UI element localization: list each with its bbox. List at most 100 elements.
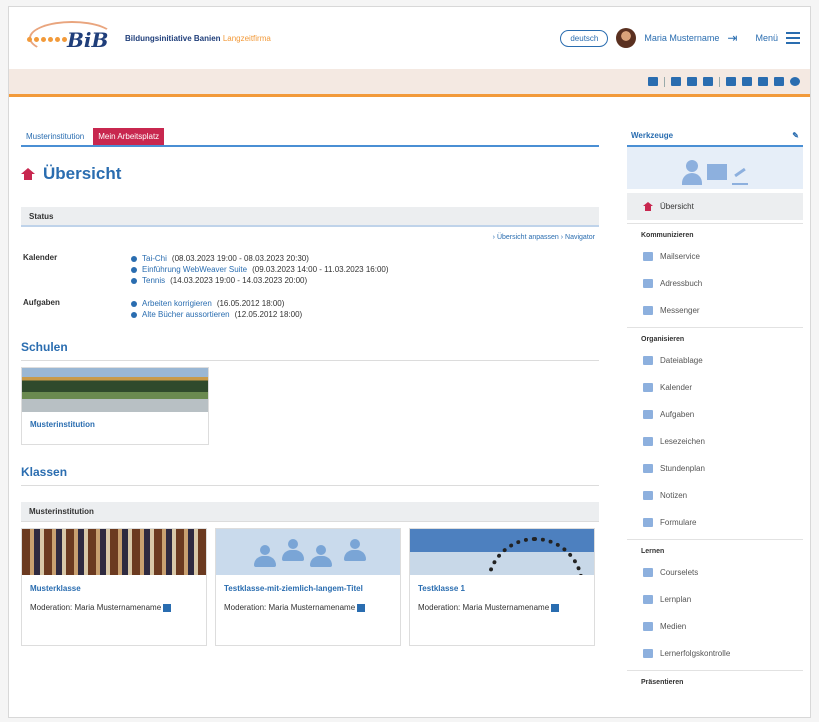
page-title: Übersicht <box>21 163 599 185</box>
sidebar-item-messenger[interactable]: Messenger <box>627 297 803 324</box>
note-icon[interactable] <box>703 77 713 86</box>
sidebar-item-notizen[interactable]: Notizen <box>627 482 803 509</box>
tab-mein-arbeitsplatz[interactable]: Mein Arbeitsplatz <box>93 128 165 145</box>
sidebar-title: Werkzeuge <box>631 130 674 140</box>
class-card[interactable]: Musterklasse Moderation: Maria Musternam… <box>21 528 207 646</box>
schools-heading: Schulen <box>21 340 599 361</box>
calendar-entry: Tai-Chi (08.03.2023 19:00 - 08.03.2023 20… <box>131 253 389 264</box>
logo-text: BiB <box>67 28 109 52</box>
bullet-icon <box>131 300 137 307</box>
form-icon <box>643 518 653 527</box>
info-icon[interactable] <box>551 603 560 612</box>
class-cards: Musterklasse Moderation: Maria Musternam… <box>21 528 599 646</box>
sidebar-illustration <box>627 147 803 189</box>
sidebar-item-adressbuch[interactable]: Adressbuch <box>627 270 803 297</box>
mail-icon[interactable] <box>671 77 681 86</box>
notes-icon <box>643 491 653 500</box>
assessment-icon <box>643 649 653 658</box>
status-bar: Status <box>21 207 599 227</box>
logout-icon[interactable]: ⇥ <box>727 31 737 45</box>
tools-icon[interactable] <box>742 77 752 86</box>
messenger-icon <box>643 306 653 315</box>
help-icon[interactable] <box>790 77 800 86</box>
mail-icon <box>643 252 653 261</box>
bullet-icon <box>131 255 137 262</box>
logo-mark: BiB <box>25 19 117 57</box>
calendar-entries: Tai-Chi (08.03.2023 19:00 - 08.03.2023 20… <box>131 253 389 286</box>
class-title-link[interactable]: Testklasse-mit-ziemlich-langem-Titel <box>224 583 392 594</box>
info-icon[interactable] <box>357 603 366 612</box>
class-title-link[interactable]: Testklasse 1 <box>418 583 586 594</box>
status-links[interactable]: › Übersicht anpassen › Navigator <box>21 234 599 241</box>
class-moderation: Moderation: Maria Musternamename <box>418 603 550 612</box>
class-card[interactable]: Testklasse 1 Moderation: Maria Musternam… <box>409 528 595 646</box>
calendar-icon <box>643 383 653 392</box>
task-entries: Arbeiten korrigieren (16.05.2012 18:00) A… <box>131 298 302 320</box>
expand-icon[interactable] <box>726 77 736 86</box>
home-icon <box>643 202 653 211</box>
menu-button[interactable]: Menü <box>755 33 778 43</box>
hamburger-icon[interactable] <box>786 32 800 44</box>
courselets-icon <box>643 568 653 577</box>
task-entry: Arbeiten korrigieren (16.05.2012 18:00) <box>131 298 302 309</box>
school-card[interactable]: Musterinstitution <box>21 367 209 445</box>
sidebar-item-stundenplan[interactable]: Stundenplan <box>627 455 803 482</box>
class-title-link[interactable]: Musterklasse <box>30 583 198 594</box>
tab-bar: Musterinstitution Mein Arbeitsplatz <box>21 125 599 147</box>
sidebar-item-dateiablage[interactable]: Dateiablage <box>627 347 803 374</box>
school-photo <box>22 368 208 412</box>
pin-icon[interactable]: ✎ <box>792 131 799 140</box>
class-photo <box>22 529 206 575</box>
app-frame: BiB Bildungsinitiative Banien Langzeitfi… <box>8 6 811 718</box>
bullet-icon <box>131 277 137 284</box>
sidebar-section-lernen: Lernen <box>627 539 803 559</box>
page-heading: Übersicht <box>43 164 122 183</box>
school-card-link[interactable]: Musterinstitution <box>22 412 208 437</box>
home-icon <box>21 168 35 180</box>
avatar[interactable] <box>616 28 637 48</box>
calendar-label: Kalender <box>23 253 58 262</box>
task-entry: Alte Bücher aussortieren (12.05.2012 18:0… <box>131 309 302 320</box>
sidebar-section-organisieren: Organisieren <box>627 327 803 347</box>
sidebar-item-formulare[interactable]: Formulare <box>627 509 803 536</box>
calendar-entry: Einführung WebWeaver Suite (09.03.2023 14… <box>131 264 389 275</box>
chat-icon[interactable] <box>687 77 697 86</box>
class-card[interactable]: Testklasse-mit-ziemlich-langem-Titel Mod… <box>215 528 401 646</box>
class-photo <box>410 529 594 575</box>
sidebar-item-lernplan[interactable]: Lernplan <box>627 586 803 613</box>
logo[interactable]: BiB Bildungsinitiative Banien Langzeitfi… <box>25 19 271 57</box>
sitemap-icon[interactable] <box>758 77 768 86</box>
sidebar-item-aufgaben[interactable]: Aufgaben <box>627 401 803 428</box>
main-content: Musterinstitution Mein Arbeitsplatz Über… <box>21 125 599 646</box>
sidebar-item-kalender[interactable]: Kalender <box>627 374 803 401</box>
class-placeholder-image <box>216 529 400 575</box>
language-button[interactable]: deutsch <box>560 29 609 47</box>
print-icon[interactable] <box>774 77 784 86</box>
folder-icon <box>643 356 653 365</box>
sidebar-header: Werkzeuge ✎ <box>627 125 803 147</box>
calendar-row: Kalender Tai-Chi (08.03.2023 19:00 - 08.0… <box>21 253 599 286</box>
lernplan-icon <box>643 595 653 604</box>
bullet-icon <box>131 311 137 318</box>
info-icon[interactable] <box>163 603 172 612</box>
tasks-label: Aufgaben <box>23 298 60 307</box>
sidebar-item-courselets[interactable]: Courselets <box>627 559 803 586</box>
class-group-bar: Musterinstitution <box>21 502 599 522</box>
sidebar-item-lernerfolgskontrolle[interactable]: Lernerfolgskontrolle <box>627 640 803 667</box>
sidebar-section-kommunizieren: Kommunizieren <box>627 223 803 243</box>
calendar-entry: Tennis (14.03.2023 19:00 - 14.03.2023 20:… <box>131 275 389 286</box>
checklist-icon <box>643 410 653 419</box>
user-icon[interactable] <box>648 77 658 86</box>
tasks-row: Aufgaben Arbeiten korrigieren (16.05.2012… <box>21 298 599 320</box>
media-icon <box>643 622 653 631</box>
user-name-link[interactable]: Maria Mustername <box>644 33 719 43</box>
logo-subtitle: Bildungsinitiative Banien Langzeitfirma <box>125 33 271 43</box>
status-label: Status <box>29 211 54 221</box>
sidebar-item-lesezeichen[interactable]: Lesezeichen <box>627 428 803 455</box>
sidebar-item-mailservice[interactable]: Mailservice <box>627 243 803 270</box>
sidebar-item-overview[interactable]: Übersicht <box>627 193 803 220</box>
tab-musterinstitution[interactable]: Musterinstitution <box>21 128 89 145</box>
sidebar-item-medien[interactable]: Medien <box>627 613 803 640</box>
addressbook-icon <box>643 279 653 288</box>
sidebar-section-praesentieren: Präsentieren <box>627 670 803 690</box>
